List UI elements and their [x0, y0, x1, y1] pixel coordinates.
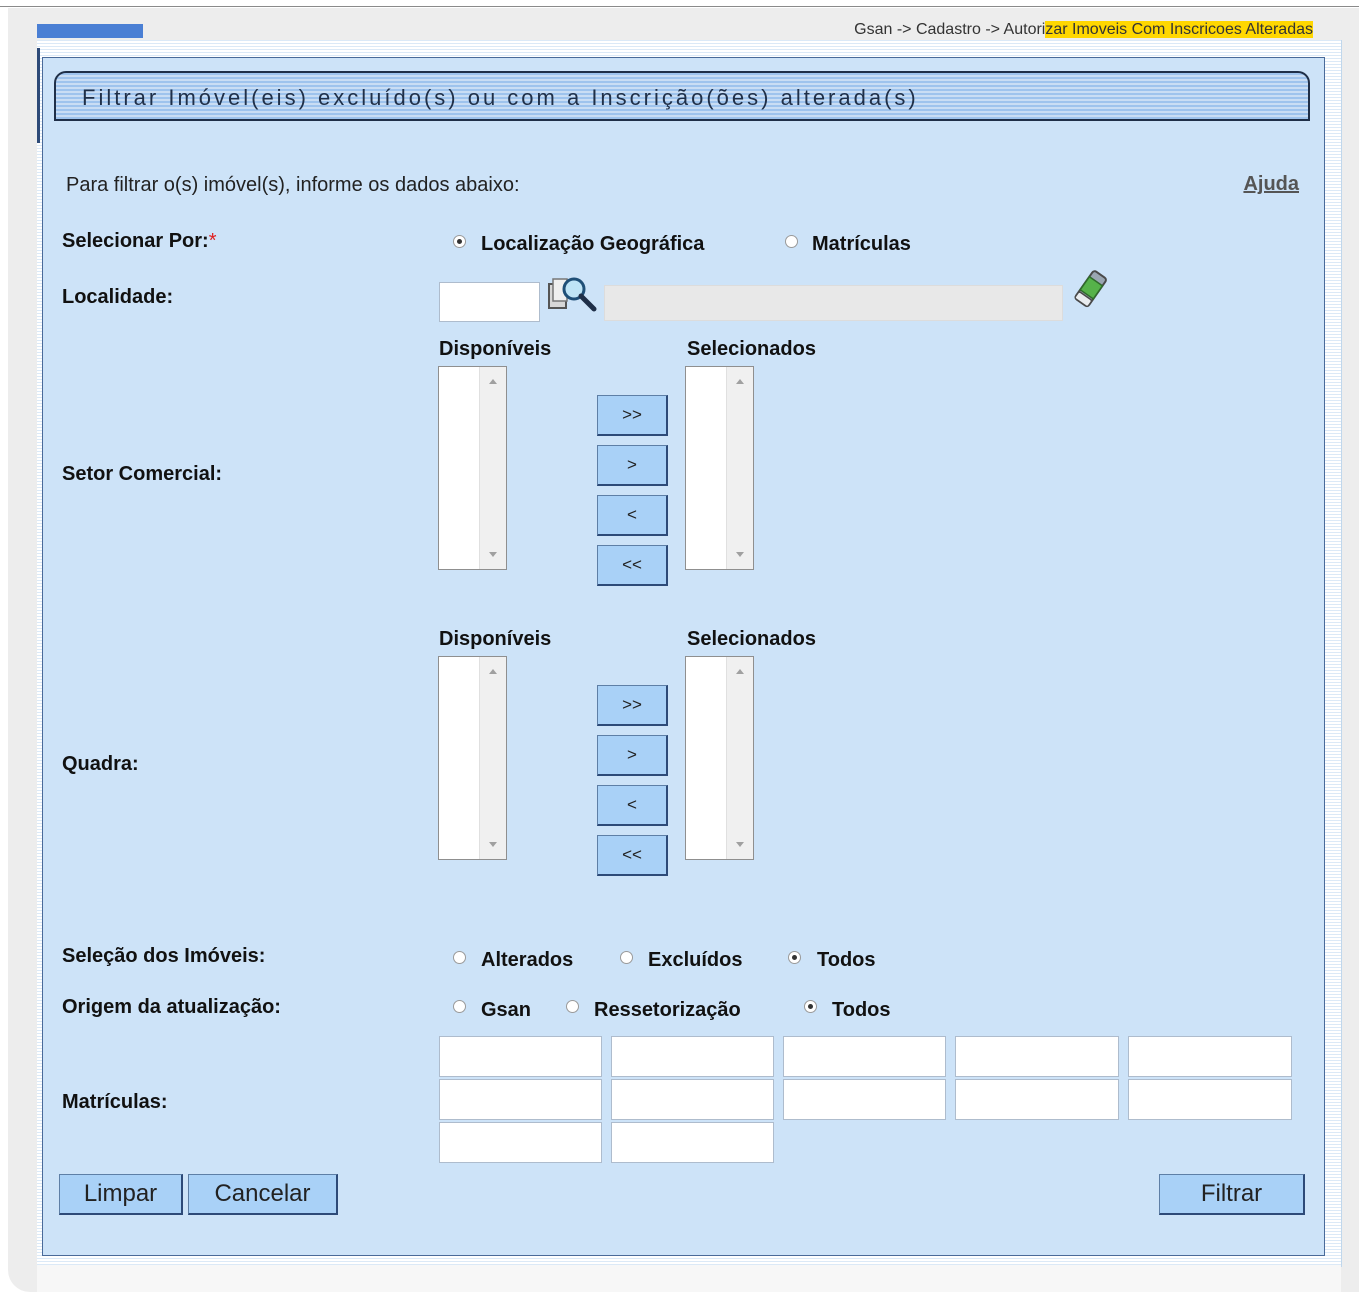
- localidade-code-input[interactable]: [439, 282, 540, 322]
- breadcrumb: Gsan -> Cadastro -> Autorizar Imoveis Co…: [854, 21, 1313, 39]
- scroll-up-icon[interactable]: [489, 379, 497, 384]
- setor-comercial-label: Setor Comercial:: [62, 463, 223, 485]
- scrollbar[interactable]: [726, 367, 753, 569]
- breadcrumb-path: Gsan -> Cadastro -> Autori: [854, 21, 1046, 38]
- quadra-move-right-button[interactable]: >: [597, 735, 668, 776]
- scrollbar[interactable]: [479, 367, 506, 569]
- localidade-label: Localidade:: [62, 286, 174, 308]
- eraser-icon[interactable]: [1070, 270, 1112, 310]
- matricula-input[interactable]: [611, 1122, 774, 1163]
- radio-ressetorizacao[interactable]: [566, 1000, 579, 1013]
- matricula-input[interactable]: [439, 1079, 602, 1120]
- quadra-selected-list[interactable]: [685, 656, 754, 860]
- radio-matriculas[interactable]: [785, 235, 798, 248]
- cancelar-button[interactable]: Cancelar: [188, 1174, 338, 1215]
- radio-excluidos[interactable]: [620, 951, 633, 964]
- matricula-input[interactable]: [611, 1036, 774, 1077]
- scroll-up-icon[interactable]: [736, 669, 744, 674]
- radio-alterados[interactable]: [453, 951, 466, 964]
- scrollbar[interactable]: [479, 657, 506, 859]
- scroll-down-icon[interactable]: [489, 552, 497, 557]
- scrollbar[interactable]: [726, 657, 753, 859]
- matriculas-label: Matrículas:: [62, 1091, 168, 1113]
- setor-move-right-button[interactable]: >: [597, 445, 668, 486]
- required-mark: *: [208, 230, 217, 252]
- setor-move-all-right-button[interactable]: >>: [597, 395, 668, 436]
- radio-label-origem-todos: Todos: [832, 999, 891, 1021]
- matricula-input[interactable]: [439, 1036, 602, 1077]
- radio-label-alterados: Alterados: [481, 949, 574, 971]
- radio-label-selecao-todos: Todos: [817, 949, 876, 971]
- scroll-up-icon[interactable]: [736, 379, 744, 384]
- matricula-input[interactable]: [611, 1079, 774, 1120]
- quadra-move-all-right-button[interactable]: >>: [597, 685, 668, 726]
- scroll-down-icon[interactable]: [736, 842, 744, 847]
- quadra-available-list[interactable]: [438, 656, 507, 860]
- radio-label-ressetorizacao: Ressetorização: [594, 999, 741, 1021]
- quadra-move-left-button[interactable]: <: [597, 785, 668, 826]
- quadra-move-all-left-button[interactable]: <<: [597, 835, 668, 876]
- header-accent-bar: [37, 24, 143, 38]
- setor-selected-header: Selecionados: [687, 338, 816, 360]
- radio-label-localizacao-geografica: Localização Geográfica: [481, 233, 705, 255]
- setor-available-header: Disponíveis: [439, 338, 552, 360]
- radio-gsan[interactable]: [453, 1000, 466, 1013]
- scroll-down-icon[interactable]: [489, 842, 497, 847]
- radio-origem-todos[interactable]: [804, 1000, 817, 1013]
- matricula-input[interactable]: [783, 1079, 946, 1120]
- radio-label-matriculas: Matrículas: [812, 233, 911, 255]
- radio-label-excluidos: Excluídos: [648, 949, 743, 971]
- setor-selected-list[interactable]: [685, 366, 754, 570]
- page-title: Filtrar Imóvel(eis) excluído(s) ou com a…: [82, 85, 919, 110]
- filtrar-button[interactable]: Filtrar: [1159, 1174, 1305, 1215]
- matricula-input[interactable]: [1128, 1036, 1292, 1077]
- breadcrumb-current: zar Imoveis Com Inscricoes Alteradas: [1045, 21, 1313, 38]
- setor-move-all-left-button[interactable]: <<: [597, 545, 668, 586]
- setor-available-list[interactable]: [438, 366, 507, 570]
- bottom-strip: [37, 1265, 1341, 1292]
- search-icon[interactable]: [547, 275, 599, 313]
- quadra-selected-header: Selecionados: [687, 628, 816, 650]
- form-title-bar: Filtrar Imóvel(eis) excluído(s) ou com a…: [54, 71, 1310, 121]
- selecionar-por-label: Selecionar Por:*: [62, 230, 217, 252]
- origem-atualizacao-label: Origem da atualização:: [62, 996, 281, 1018]
- quadra-available-header: Disponíveis: [439, 628, 552, 650]
- matricula-input[interactable]: [783, 1036, 946, 1077]
- panel-edge: [37, 48, 40, 143]
- selecao-imoveis-label: Seleção dos Imóveis:: [62, 945, 266, 967]
- matricula-input[interactable]: [955, 1036, 1119, 1077]
- quadra-label: Quadra:: [62, 753, 139, 775]
- instructions-text: Para filtrar o(s) imóvel(s), informe os …: [66, 174, 520, 196]
- setor-move-left-button[interactable]: <: [597, 495, 668, 536]
- localidade-name-field: [604, 285, 1063, 321]
- scroll-down-icon[interactable]: [736, 552, 744, 557]
- scroll-up-icon[interactable]: [489, 669, 497, 674]
- matricula-input[interactable]: [439, 1122, 602, 1163]
- limpar-button[interactable]: Limpar: [59, 1174, 183, 1215]
- radio-localizacao-geografica[interactable]: [453, 235, 466, 248]
- radio-label-gsan: Gsan: [481, 999, 532, 1021]
- matricula-input[interactable]: [1128, 1079, 1292, 1120]
- matricula-input[interactable]: [955, 1079, 1119, 1120]
- radio-selecao-todos[interactable]: [788, 951, 801, 964]
- top-divider: [0, 6, 1359, 7]
- help-link[interactable]: Ajuda: [1243, 173, 1299, 196]
